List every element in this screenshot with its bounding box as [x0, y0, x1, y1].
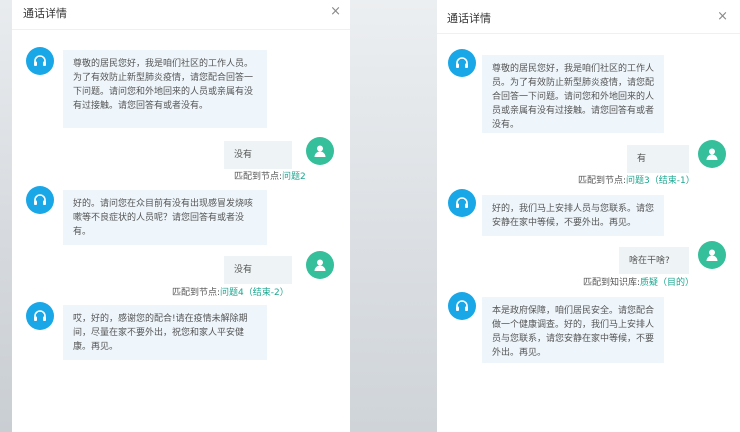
call-detail-panel-right: 通话详情 × 尊敬的居民您好，我是咱们社区的工作人员。为了有效防止新型肺炎疫情，…: [437, 0, 740, 432]
agent-message: 尊敬的居民您好，我是咱们社区的工作人员。为了有效防止新型肺炎疫情，请您配合回答一…: [63, 50, 267, 128]
headset-icon: [448, 189, 476, 217]
headset-icon: [26, 47, 54, 75]
match-label: 匹配到节点:: [172, 288, 221, 298]
panel-header: 通话详情 ×: [437, 0, 740, 34]
panel-title: 通话详情: [447, 12, 491, 25]
user-message: 没有: [224, 141, 292, 169]
node-link[interactable]: 问题2: [282, 172, 306, 182]
headset-icon: [448, 292, 476, 320]
node-link[interactable]: 问题4（结束-2）: [220, 288, 289, 298]
user-message: 没有: [224, 256, 292, 284]
user-icon: [306, 251, 334, 279]
panel-header: 通话详情 ×: [12, 0, 350, 30]
agent-message: 尊敬的居民您好，我是咱们社区的工作人员。为了有效防止新型肺炎疫情，请您配合回答一…: [482, 55, 664, 133]
node-match: 匹配到节点:问题3（结束-1）: [578, 173, 695, 186]
user-icon: [306, 137, 334, 165]
headset-icon: [26, 302, 54, 330]
knowledge-match: 匹配到知识库:质疑（目的）: [583, 275, 694, 288]
agent-message: 哎，好的，感谢您的配合!请在疫情未解除期间，尽量在家不要外出，祝您和家人平安健康…: [63, 305, 267, 360]
close-icon[interactable]: ×: [330, 5, 341, 18]
background-gap: [350, 0, 437, 432]
user-icon: [698, 140, 726, 168]
panel-title: 通话详情: [23, 7, 67, 20]
call-detail-panel-left: 通话详情 × 尊敬的居民您好，我是咱们社区的工作人员。为了有效防止新型肺炎疫情，…: [12, 0, 350, 432]
user-icon: [698, 241, 726, 269]
headset-icon: [448, 49, 476, 77]
close-icon[interactable]: ×: [717, 10, 728, 23]
match-label: 匹配到知识库:: [583, 278, 641, 288]
node-match: 匹配到节点:问题4（结束-2）: [172, 285, 289, 298]
match-label: 匹配到节点:: [234, 172, 283, 182]
agent-message: 本是政府保障，咱们居民安全。请您配合做一个健康调查。好的，我们马上安排人员与您联…: [482, 297, 664, 363]
headset-icon: [26, 186, 54, 214]
agent-message: 好的。请问您在众目前有没有出现感冒发烧咳嗽等不良症状的人员呢？请您回答有或者没有…: [63, 190, 267, 245]
user-message: 啥在干啥?: [619, 247, 689, 274]
node-match: 匹配到节点:问题2: [234, 169, 306, 182]
match-label: 匹配到节点:: [578, 176, 627, 186]
user-message: 有: [627, 145, 689, 173]
knowledge-link[interactable]: 质疑（目的）: [640, 278, 694, 288]
agent-message: 好的，我们马上安排人员与您联系。请您安静在家中等候，不要外出。再见。: [482, 195, 664, 236]
node-link[interactable]: 问题3（结束-1）: [626, 176, 695, 186]
